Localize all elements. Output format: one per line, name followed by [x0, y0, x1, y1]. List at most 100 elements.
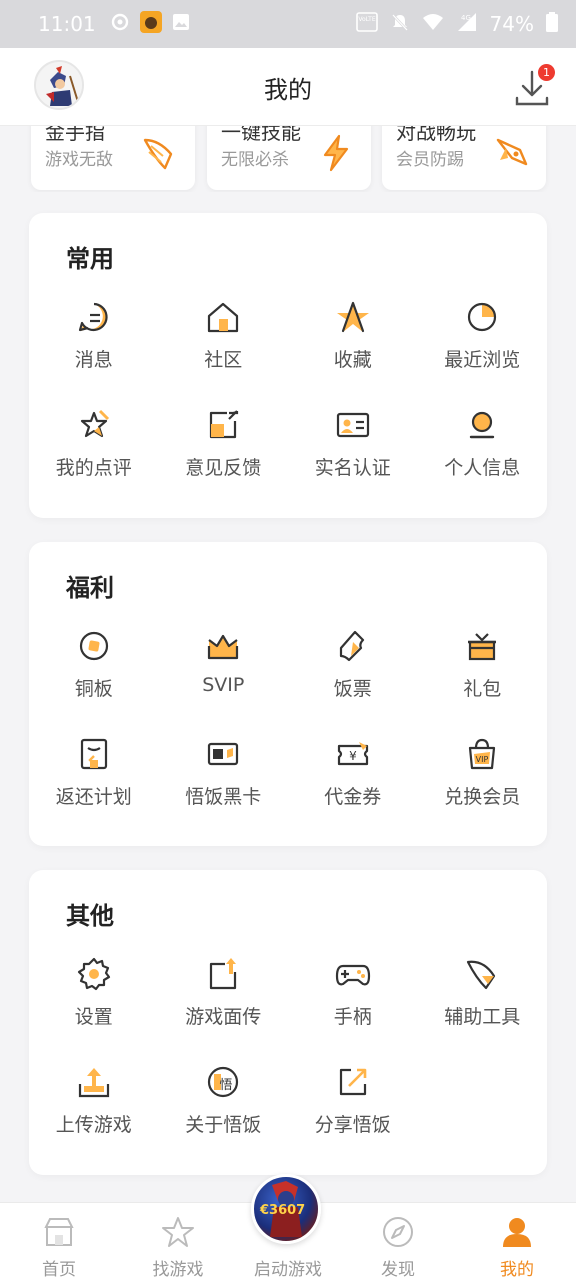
- item-label: 社区: [204, 349, 243, 371]
- star-icon: [162, 1217, 194, 1247]
- recent-icon: [468, 302, 497, 332]
- svg-text:4G: 4G: [461, 14, 471, 22]
- item-label: 饭票: [333, 678, 372, 700]
- item-label: 分享悟饭: [314, 1114, 391, 1136]
- promo-title: 对战畅玩: [396, 126, 476, 144]
- download-badge: 1: [538, 64, 555, 81]
- item-label: 关于悟饭: [185, 1114, 262, 1136]
- item-label: 辅助工具: [444, 1006, 521, 1028]
- other-item-transfer[interactable]: 游戏面传: [159, 952, 289, 1060]
- wing-icon: [467, 960, 496, 990]
- tab-label: 找游戏: [152, 1260, 204, 1280]
- review-icon: [80, 409, 109, 438]
- common-item-profile[interactable]: 个人信息: [418, 403, 548, 511]
- welfare-item-redeem-vip[interactable]: VIP 兑换会员: [418, 732, 548, 840]
- other-item-tools[interactable]: 辅助工具: [418, 952, 548, 1060]
- svg-text:VIP: VIP: [476, 755, 489, 764]
- svg-text:悟: 悟: [220, 1078, 233, 1093]
- share-icon: [339, 1068, 367, 1096]
- gift-icon: [468, 633, 497, 661]
- common-item-messages[interactable]: 消息: [29, 295, 159, 403]
- tab-label: 首页: [42, 1260, 76, 1280]
- signal-icon: 4G: [456, 12, 478, 37]
- welfare-item-blackcard[interactable]: 悟饭黑卡: [159, 732, 289, 840]
- common-item-feedback[interactable]: 意见反馈: [159, 403, 289, 511]
- welfare-item-svip[interactable]: SVIP: [159, 624, 289, 732]
- status-bar: 11:01 VoLTE 4G 74%: [0, 0, 576, 48]
- promo-subtitle: 会员防踢: [396, 150, 464, 170]
- common-item-realname[interactable]: 实名认证: [288, 403, 418, 511]
- welfare-item-voucher[interactable]: ¥ 代金券: [288, 732, 418, 840]
- promo-card-cheat[interactable]: 金手指 游戏无敌: [31, 126, 195, 190]
- home-store-icon: [44, 1218, 74, 1246]
- other-item-gamepad[interactable]: 手柄: [288, 952, 418, 1060]
- black-card-icon: [208, 742, 239, 766]
- item-label: 礼包: [463, 678, 502, 700]
- item-label: 意见反馈: [185, 457, 262, 479]
- common-item-community[interactable]: 社区: [159, 295, 289, 403]
- common-item-reviews[interactable]: 我的点评: [29, 403, 159, 511]
- welfare-section: 福利 铜板 SVIP 饭票 礼包 返还计划 悟饭黑卡 ¥ 代金券 VIP 兑换会…: [29, 542, 547, 846]
- promo-title: 一键技能: [221, 126, 301, 144]
- battery-percent: 74%: [489, 12, 534, 36]
- item-label: 游戏面传: [185, 1006, 262, 1028]
- compass-icon: [383, 1217, 413, 1247]
- item-label: 个人信息: [444, 457, 521, 479]
- upload-icon: [78, 1068, 109, 1098]
- welfare-item-gifts[interactable]: 礼包: [418, 624, 548, 732]
- other-item-about[interactable]: 悟 关于悟饭: [159, 1060, 289, 1168]
- tab-home[interactable]: 首页: [4, 1203, 114, 1280]
- common-item-recent[interactable]: 最近浏览: [418, 295, 548, 403]
- item-label: 设置: [74, 1006, 113, 1028]
- section-title: 福利: [66, 574, 114, 602]
- item-label: 我的点评: [55, 457, 132, 479]
- ticket-icon: [339, 630, 364, 662]
- gear-icon: [77, 957, 110, 991]
- item-label: 代金券: [324, 786, 382, 808]
- battery-icon: [546, 11, 558, 37]
- item-label: 最近浏览: [444, 349, 521, 371]
- other-item-settings[interactable]: 设置: [29, 952, 159, 1060]
- welfare-item-tickets[interactable]: 饭票: [288, 624, 418, 732]
- game-launch-icon[interactable]: €3607: [251, 1174, 321, 1244]
- svg-text:¥: ¥: [349, 749, 357, 763]
- game-launch-label: €3607: [260, 1203, 306, 1218]
- tab-label: 我的: [500, 1260, 534, 1280]
- item-label: 消息: [74, 349, 113, 371]
- promo-card-skill[interactable]: 一键技能 无限必杀: [207, 126, 371, 190]
- common-section: 常用 消息 社区 收藏 最近浏览 我的点评 意见反馈 实名认证 个人信息: [29, 213, 547, 518]
- welfare-item-refund[interactable]: 返还计划: [29, 732, 159, 840]
- svg-text:VoLTE: VoLTE: [358, 16, 375, 23]
- section-title: 其他: [66, 902, 114, 930]
- about-icon: 悟: [208, 1066, 239, 1098]
- app-notification-icon: [139, 10, 162, 38]
- item-label: 实名认证: [314, 457, 391, 479]
- person-icon: [503, 1218, 531, 1247]
- tab-label: 发现: [381, 1260, 415, 1280]
- lightning-icon: [323, 134, 349, 172]
- coin-icon: [79, 631, 108, 661]
- top-bar: 我的 1: [0, 48, 576, 126]
- other-item-share[interactable]: 分享悟饭: [288, 1060, 418, 1168]
- status-time: 11:01: [38, 12, 96, 36]
- vip-bag-icon: VIP: [469, 738, 496, 770]
- page-title: 我的: [264, 76, 312, 104]
- voucher-icon: ¥: [337, 742, 368, 766]
- tab-find-games[interactable]: 找游戏: [123, 1203, 233, 1280]
- wing-icon: [143, 138, 173, 170]
- other-item-upload[interactable]: 上传游戏: [29, 1060, 159, 1168]
- id-card-icon: [336, 412, 369, 438]
- favorite-icon: [336, 301, 369, 333]
- common-item-favorites[interactable]: 收藏: [288, 295, 418, 403]
- message-icon: [78, 302, 108, 332]
- tab-mine[interactable]: 我的: [462, 1203, 572, 1280]
- section-title: 常用: [66, 245, 114, 273]
- tab-discover[interactable]: 发现: [343, 1203, 453, 1280]
- refund-icon: [80, 738, 107, 770]
- welfare-item-coins[interactable]: 铜板: [29, 624, 159, 732]
- image-icon: [172, 12, 190, 36]
- promo-title: 金手指: [45, 126, 105, 144]
- promo-card-battle[interactable]: 对战畅玩 会员防踢: [382, 126, 546, 190]
- item-label: 返还计划: [55, 786, 132, 808]
- promo-subtitle: 游戏无敌: [45, 150, 113, 170]
